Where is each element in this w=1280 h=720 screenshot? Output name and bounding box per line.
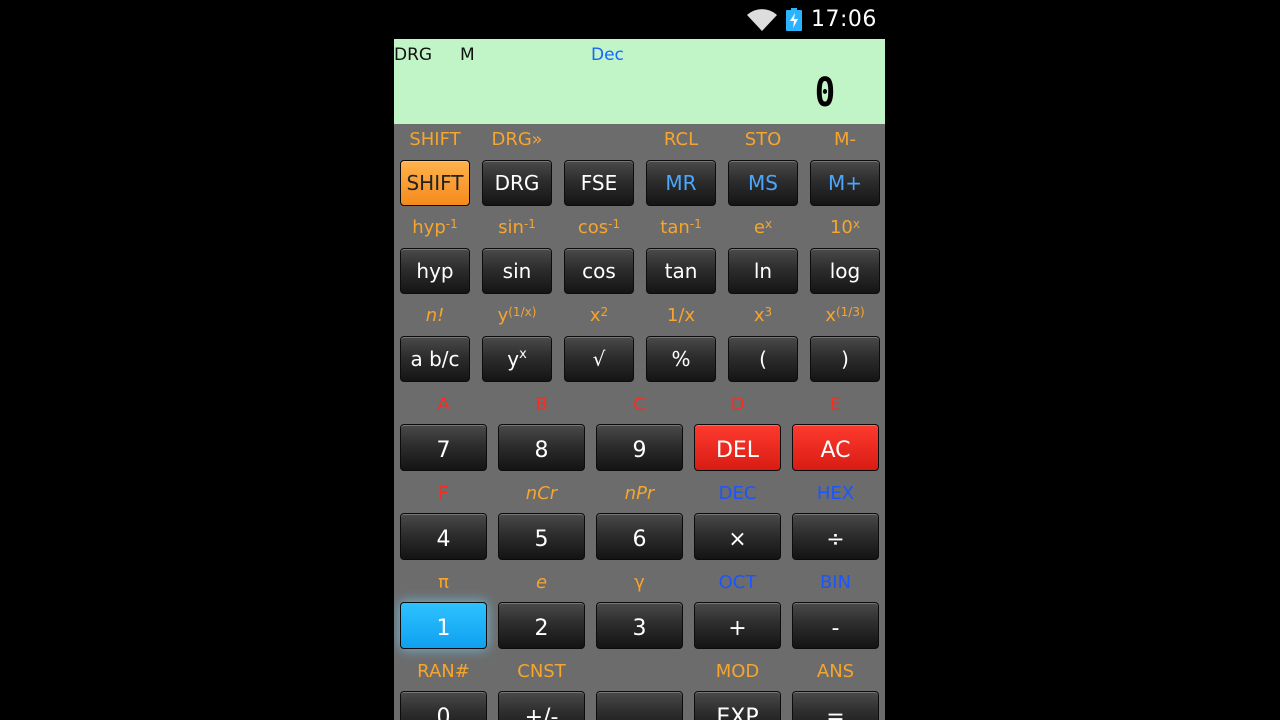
blank-label [596,660,683,684]
hyp-key[interactable]: hyp [400,248,470,294]
hex-a-label: A [437,394,450,415]
subtract-key[interactable]: - [792,602,879,649]
ans-label: ANS [816,661,855,682]
display-readout: 0 [814,70,836,116]
angle-mode-indicator: DRG [394,45,433,65]
ncr-label: nCr [525,483,558,504]
sin-inverse-label: sin-1 [498,217,536,238]
drg-convert-label: DRG» [491,129,543,150]
rcl-label: RCL [663,129,699,150]
power-key[interactable]: yx [482,336,552,382]
digit-9-key[interactable]: 9 [596,424,683,471]
m-minus-label: M- [833,129,857,150]
oct-base-label: OCT [718,572,757,593]
tan-inverse-label: tan-1 [660,217,702,238]
digit-5-key[interactable]: 5 [498,513,585,560]
digit-6-key[interactable]: 6 [596,513,683,560]
close-paren-key[interactable]: ) [810,336,880,382]
hex-e-label: E [829,394,842,415]
delete-key[interactable]: DEL [694,424,781,471]
digit-3-key[interactable]: 3 [596,602,683,649]
calculator-display: DRG M Dec 0 [394,39,885,124]
digit-2-key[interactable]: 2 [498,602,585,649]
equals-key[interactable]: = [792,691,879,720]
hex-base-label: HEX [816,483,855,504]
m-plus-key[interactable]: M+ [810,160,880,206]
reciprocal-label: 1/x [666,305,696,326]
fraction-key[interactable]: a b/c [400,336,470,382]
sto-label: STO [744,129,782,150]
drg-key[interactable]: DRG [482,160,552,206]
digit-4-key[interactable]: 4 [400,513,487,560]
divide-key[interactable]: ÷ [792,513,879,560]
multiply-key[interactable]: × [694,513,781,560]
open-paren-key[interactable]: ( [728,336,798,382]
hyp-inverse-label: hyp-1 [412,217,458,238]
sin-key[interactable]: sin [482,248,552,294]
mr-key[interactable]: MR [646,160,716,206]
status-bar: 17:06 [394,0,885,39]
exp-key[interactable]: EXP [694,691,781,720]
digit-7-key[interactable]: 7 [400,424,487,471]
hex-c-label: C [633,394,646,415]
hex-d-label: D [730,394,745,415]
digit-8-key[interactable]: 8 [498,424,585,471]
exp-label: ex [753,217,773,238]
digit-0-key[interactable]: 0 [400,691,487,720]
wifi-icon [747,9,777,31]
number-base-indicator: Dec [591,45,624,65]
pi-label: π [438,572,449,593]
decimal-point-key[interactable] [596,691,683,720]
phone-screen: 17:06 DRG M Dec 0 SHIFT DRG» RCL STO M- … [394,0,885,720]
random-label: RAN# [417,661,470,682]
cos-key[interactable]: cos [564,248,634,294]
negate-key[interactable]: +/- [498,691,585,720]
mod-label: MOD [715,661,760,682]
bin-base-label: BIN [819,572,852,593]
shift-key[interactable]: SHIFT [400,160,470,206]
hex-b-label: B [535,394,548,415]
log-key[interactable]: log [810,248,880,294]
tan-key[interactable]: tan [646,248,716,294]
ms-key[interactable]: MS [728,160,798,206]
constants-label: CNST [517,661,566,682]
sqrt-key[interactable]: √ [564,336,634,382]
euler-label: e [535,572,548,593]
pow10-label: 10x [829,217,860,238]
ln-key[interactable]: ln [728,248,798,294]
npr-label: nPr [624,483,655,504]
fse-shift-label [564,128,634,152]
battery-charging-icon [786,8,802,31]
factorial-label: n! [425,305,445,326]
cube-root-label: x(1/3) [825,305,865,326]
cube-label: x3 [753,305,773,326]
keypad: SHIFT DRG» RCL STO M- SHIFT DRG FSE MR M… [394,124,885,720]
fse-key[interactable]: FSE [564,160,634,206]
percent-key[interactable]: % [646,336,716,382]
dec-base-label: DEC [718,483,757,504]
all-clear-key[interactable]: AC [792,424,879,471]
add-key[interactable]: + [694,602,781,649]
status-time: 17:06 [811,7,877,32]
digit-1-key[interactable]: 1 [400,602,487,649]
gamma-label: γ [634,572,645,593]
cos-inverse-label: cos-1 [577,217,621,238]
shift-label: SHIFT [409,129,461,150]
hex-f-label: F [438,483,449,504]
square-label: x2 [589,305,609,326]
root-y-label: y(1/x) [497,305,537,326]
memory-indicator: M [460,45,475,65]
